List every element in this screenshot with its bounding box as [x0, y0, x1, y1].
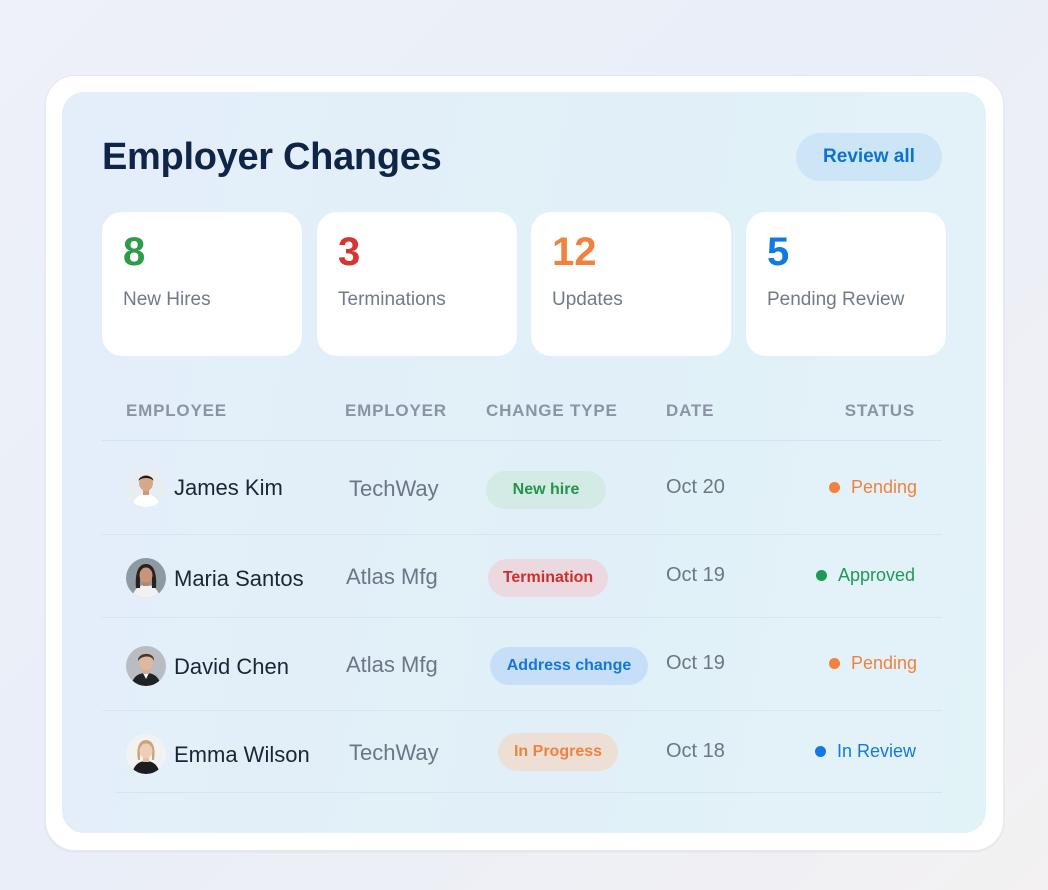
change-date: Oct 19	[666, 564, 725, 586]
stat-label: Pending Review	[767, 289, 905, 310]
stat-value: 12	[552, 230, 597, 274]
stat-label: Terminations	[338, 289, 446, 310]
avatar	[126, 734, 166, 774]
avatar	[126, 646, 166, 686]
row-divider	[102, 710, 942, 711]
status-label: Pending	[850, 477, 917, 497]
column-header-date[interactable]: DATE	[666, 401, 714, 421]
employer-name: TechWay	[349, 476, 439, 501]
employer-name: Atlas Mfg	[346, 564, 438, 589]
stat-card-new-hires[interactable]: 8 New Hires	[102, 212, 302, 356]
column-header-employee[interactable]: EMPLOYEE	[126, 401, 227, 421]
stat-label: Updates	[552, 289, 623, 310]
change-type-badge: In Progress	[498, 733, 618, 771]
row-divider	[102, 534, 942, 535]
avatar	[126, 467, 166, 507]
change-type-badge: New hire	[486, 471, 606, 509]
column-header-change-type[interactable]: CHANGE TYPE	[486, 401, 618, 421]
employer-changes-panel	[62, 92, 986, 833]
status-indicator: Pending	[828, 477, 917, 498]
change-date: Oct 20	[666, 476, 725, 498]
column-header-status[interactable]: STATUS	[845, 401, 915, 421]
employee-name: Emma Wilson	[174, 742, 310, 767]
change-type-badge: Address change	[490, 647, 648, 685]
status-indicator: In Review	[814, 741, 916, 762]
change-date: Oct 19	[666, 652, 725, 674]
change-type-badge: Termination	[488, 559, 608, 597]
stat-card-terminations[interactable]: 3 Terminations	[317, 212, 517, 356]
column-header-employer[interactable]: EMPLOYER	[345, 401, 447, 421]
stat-value: 8	[123, 230, 146, 274]
employee-name: Maria Santos	[174, 566, 304, 591]
stat-value: 5	[767, 230, 790, 274]
stat-card-pending-review[interactable]: 5 Pending Review	[746, 212, 946, 356]
stat-value: 3	[338, 230, 361, 274]
status-label: Approved	[837, 565, 915, 585]
review-all-button[interactable]: Review all	[796, 133, 942, 181]
row-divider	[102, 617, 942, 618]
status-dot-icon	[815, 570, 827, 581]
employee-name: James Kim	[174, 475, 283, 500]
status-label: Pending	[850, 653, 917, 673]
avatar	[126, 558, 166, 598]
header-divider	[102, 440, 942, 441]
page-title: Employer Changes	[102, 136, 442, 178]
status-dot-icon	[828, 658, 840, 669]
status-indicator: Approved	[815, 565, 915, 586]
status-label: In Review	[836, 741, 916, 761]
employer-name: TechWay	[349, 740, 439, 765]
status-dot-icon	[828, 482, 840, 493]
employee-name: David Chen	[174, 654, 289, 679]
status-dot-icon	[814, 746, 826, 757]
stat-card-updates[interactable]: 12 Updates	[531, 212, 731, 356]
status-indicator: Pending	[828, 653, 917, 674]
row-divider	[115, 792, 942, 793]
employer-name: Atlas Mfg	[346, 652, 438, 677]
change-date: Oct 18	[666, 740, 725, 762]
stat-label: New Hires	[123, 289, 211, 310]
